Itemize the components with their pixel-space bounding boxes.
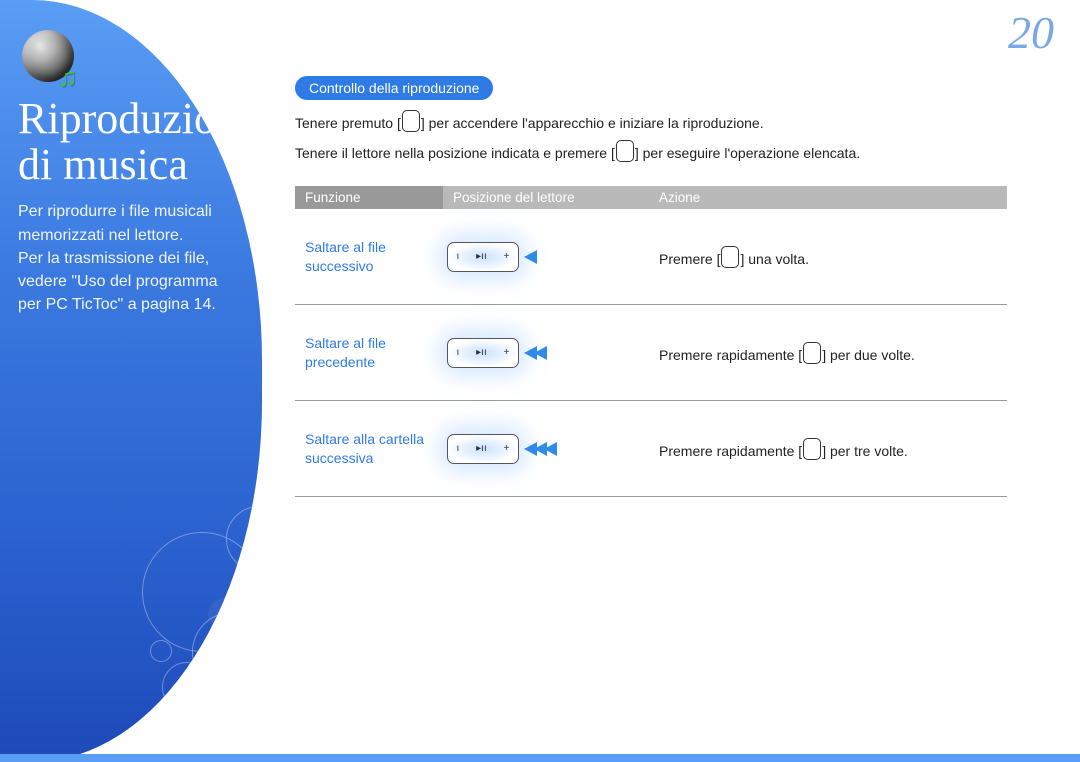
main-content: Controllo della riproduzione Tenere prem… bbox=[295, 76, 1055, 497]
table-row: Saltare alla cartella successiva ı▸ıı+ P… bbox=[295, 401, 1007, 497]
intro-line-2: Tenere il lettore nella posizione indica… bbox=[295, 140, 1055, 164]
player-device-icon: ı▸ıı+ bbox=[447, 338, 519, 368]
cell-function: Saltare al file precedente bbox=[295, 334, 443, 372]
cell-position: ı▸ıı+ bbox=[443, 242, 649, 272]
playback-table: Funzione Posizione del lettore Azione Sa… bbox=[295, 186, 1007, 497]
button-icon bbox=[721, 246, 739, 268]
cell-position: ı▸ıı+ bbox=[443, 434, 649, 464]
table-row: Saltare al file successivo ı▸ıı+ Premere… bbox=[295, 209, 1007, 305]
title-line1: Riproduzione bbox=[18, 94, 258, 143]
decorative-circles bbox=[72, 462, 262, 722]
button-icon bbox=[803, 342, 821, 364]
cell-action: Premere rapidamente [] per due volte. bbox=[649, 342, 1007, 364]
cell-function: Saltare al file successivo bbox=[295, 238, 443, 276]
sidebar-para1: Per riprodurre i file musicali memorizza… bbox=[18, 203, 212, 243]
footer-strip bbox=[0, 754, 1080, 762]
cell-position: ı▸ıı+ bbox=[443, 338, 649, 368]
press-arrows bbox=[527, 346, 547, 360]
title-line2: di musica bbox=[18, 140, 188, 189]
cell-action: Premere [] una volta. bbox=[649, 246, 1007, 268]
button-icon bbox=[616, 140, 634, 162]
section-heading-pill: Controllo della riproduzione bbox=[295, 76, 493, 100]
th-action: Azione bbox=[649, 186, 1007, 209]
press-arrows bbox=[527, 250, 537, 264]
button-icon bbox=[402, 110, 420, 132]
button-icon bbox=[803, 438, 821, 460]
page-title: Riproduzione di musica bbox=[18, 96, 244, 188]
press-arrows bbox=[527, 442, 557, 456]
th-function: Funzione bbox=[295, 186, 443, 209]
player-device-icon: ı▸ıı+ bbox=[447, 434, 519, 464]
sidebar-panel: ♫ Riproduzione di musica Per riprodurre … bbox=[0, 0, 262, 762]
th-position: Posizione del lettore bbox=[443, 186, 649, 209]
page-number: 20 bbox=[1008, 6, 1054, 59]
sidebar-description: Per riprodurre i file musicali memorizza… bbox=[18, 200, 244, 316]
table-row: Saltare al file precedente ı▸ıı+ Premere… bbox=[295, 305, 1007, 401]
player-device-icon: ı▸ıı+ bbox=[447, 242, 519, 272]
sidebar-para2: Per la trasmissione dei file, vedere "Us… bbox=[18, 250, 218, 313]
cell-function: Saltare alla cartella successiva bbox=[295, 430, 443, 468]
music-speaker-icon: ♫ bbox=[22, 30, 80, 88]
intro-line-1: Tenere premuto [] per accendere l'appare… bbox=[295, 110, 1055, 134]
table-header: Funzione Posizione del lettore Azione bbox=[295, 186, 1007, 209]
cell-action: Premere rapidamente [] per tre volte. bbox=[649, 438, 1007, 460]
